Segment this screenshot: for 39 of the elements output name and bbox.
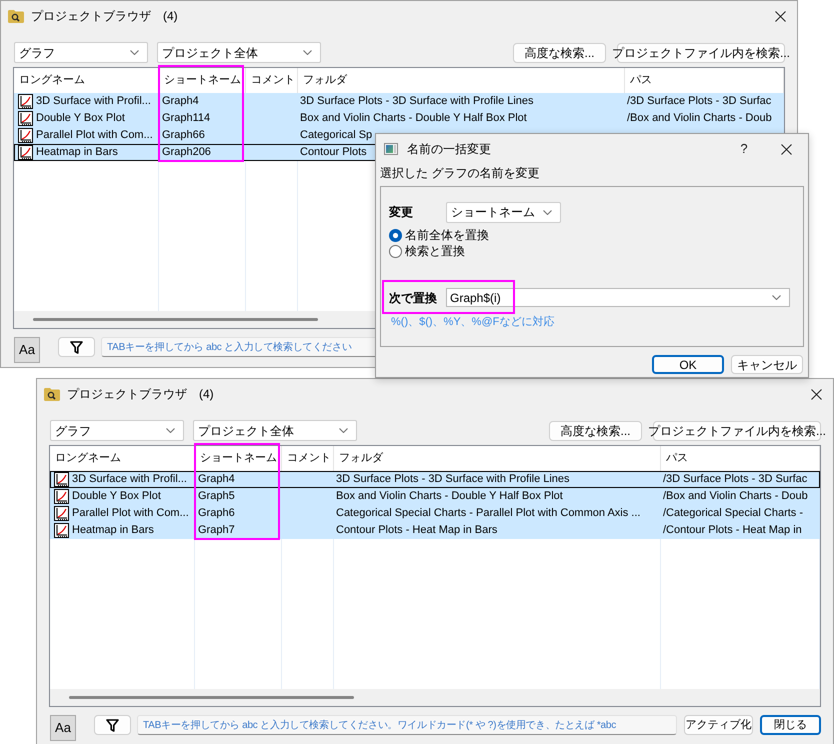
- table-cell: Box and Violin Charts - Double Y Half Box Plot: [336, 490, 563, 502]
- change-label: 変更: [389, 204, 414, 221]
- item-count: (4): [163, 10, 178, 22]
- table-cell: Graph6: [198, 507, 235, 519]
- window-title: プロジェクトブラウザ: [31, 10, 151, 22]
- table-cell: /Box and Violin Charts - Doub: [627, 112, 772, 124]
- dialog-description: 選択した グラフの名前を変更: [380, 166, 540, 181]
- replace-label: 次で置換: [389, 290, 438, 306]
- window-title: プロジェクトブラウザ: [67, 388, 187, 400]
- table-cell: Graph4: [162, 95, 199, 107]
- table-cell: Heatmap in Bars: [36, 145, 118, 160]
- table-cell: Double Y Box Plot: [72, 489, 161, 504]
- syntax-hint: %()、$()、%Y、%@Fなどに対応: [391, 316, 554, 329]
- table-cell: Double Y Box Plot: [36, 111, 125, 126]
- table-cell: Heatmap in Bars: [72, 523, 154, 538]
- table-cell: 3D Surface Plots - 3D Surface with Profile Lines: [300, 95, 534, 107]
- table-cell: Graph206: [162, 146, 211, 158]
- table-cell: Parallel Plot with Com...: [72, 506, 189, 521]
- table-cell: Graph7: [198, 524, 235, 536]
- table-cell: 3D Surface with Profil...: [72, 472, 187, 487]
- table-cell: Categorical Special Charts - Parallel Plot with Common Axis ...: [336, 507, 640, 519]
- table-cell: /Contour Plots - Heat Map in: [663, 524, 802, 536]
- table-cell: Contour Plots: [300, 146, 367, 158]
- item-count: (4): [199, 388, 214, 400]
- table-cell: Contour Plots - Heat Map in Bars: [336, 524, 498, 536]
- table-cell: /Categorical Special Charts -: [663, 507, 804, 519]
- table-cell: Graph4: [198, 473, 235, 485]
- table-cell: /3D Surface Plots - 3D Surfac: [663, 473, 808, 485]
- table-cell: Parallel Plot with Com...: [36, 128, 153, 143]
- table-cell: Categorical Sp: [300, 129, 372, 141]
- table-cell: Graph114: [162, 112, 210, 124]
- table-cell: Box and Violin Charts - Double Y Half Box Plot: [300, 112, 527, 124]
- table-cell: 3D Surface with Profil...: [36, 94, 151, 109]
- table-cell: /3D Surface Plots - 3D Surfac: [627, 95, 772, 107]
- table-cell: /Box and Violin Charts - Doub: [663, 490, 808, 502]
- table-cell: 3D Surface Plots - 3D Surface with Profile Lines: [336, 473, 570, 485]
- table-cell: Graph66: [162, 129, 205, 141]
- dialog-title: 名前の一括変更: [407, 141, 491, 158]
- table-cell: Graph5: [198, 490, 235, 502]
